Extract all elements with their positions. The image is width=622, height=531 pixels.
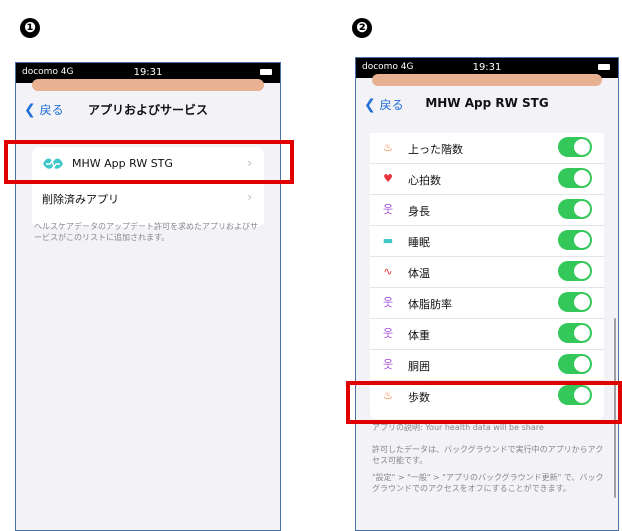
highlight-box-steps xyxy=(346,381,622,424)
removed-apps-item[interactable]: 削除済みアプリ › xyxy=(32,181,264,215)
permission-row: 웃 体脂肪率 xyxy=(370,288,604,319)
permission-label: 上った階数 xyxy=(408,143,463,156)
permission-toggle[interactable] xyxy=(558,323,592,343)
permission-row: ♨ 上った階数 xyxy=(370,133,604,164)
notch-banner xyxy=(372,74,602,86)
heart-icon: ♥ xyxy=(383,172,393,185)
background-note: 許可したデータは、バックグラウンドで実行中のアプリからアクセス可能です。 xyxy=(372,445,604,465)
phone-screen-1: docomo 4G 19:31 ❮ 戻る アプリおよびサービス MHW App … xyxy=(15,62,281,531)
permissions-list: ♨ 上った階数 ♥ 心拍数 웃 身長 ▬ 睡眠 ∿ 体温 웃 体脂肪率 웃 体重… xyxy=(370,133,604,419)
highlight-box-app xyxy=(4,140,294,184)
permission-row: ∿ 体温 xyxy=(370,257,604,288)
battery-icon xyxy=(260,69,272,75)
clock: 19:31 xyxy=(133,67,163,78)
permission-toggle[interactable] xyxy=(558,168,592,188)
person-icon: 웃 xyxy=(382,203,394,216)
notch-banner xyxy=(32,79,264,91)
removed-apps-label: 削除済みアプリ xyxy=(42,193,119,206)
permission-label: 胴囲 xyxy=(408,360,430,373)
flame-icon: ♨ xyxy=(383,141,393,154)
battery-icon xyxy=(598,64,610,70)
permission-row: 웃 胴囲 xyxy=(370,350,604,381)
bed-icon: ▬ xyxy=(382,234,394,247)
permission-toggle[interactable] xyxy=(558,354,592,374)
permission-label: 身長 xyxy=(408,205,430,218)
apps-footnote: ヘルスケアデータのアップデート許可を求めたアプリおよびサービスがこのリストに追加… xyxy=(34,222,258,242)
permission-row: 웃 体重 xyxy=(370,319,604,350)
permission-label: 睡眠 xyxy=(408,236,430,249)
step-1-marker: ❶ xyxy=(20,18,40,38)
permission-row: 웃 身長 xyxy=(370,195,604,226)
permission-row: ▬ 睡眠 xyxy=(370,226,604,257)
nav-bar: ❮ 戻る アプリおよびサービス xyxy=(16,91,280,125)
permission-row: ♥ 心拍数 xyxy=(370,164,604,195)
settings-note: "設定" > "一般" > "アプリのバックグラウンド更新" で、バックグラウン… xyxy=(372,473,604,493)
permission-toggle[interactable] xyxy=(558,261,592,281)
phone-screen-2: docomo 4G 19:31 ❮ 戻る MHW App RW STG ♨ 上っ… xyxy=(355,57,619,531)
permission-label: 体重 xyxy=(408,329,430,342)
nav-bar: ❮ 戻る MHW App RW STG xyxy=(356,86,618,120)
clock: 19:31 xyxy=(472,62,502,73)
permission-toggle[interactable] xyxy=(558,230,592,250)
person-icon: 웃 xyxy=(382,358,394,371)
permission-label: 体脂肪率 xyxy=(408,298,452,311)
permission-toggle[interactable] xyxy=(558,199,592,219)
permission-label: 体温 xyxy=(408,267,430,280)
page-title: アプリおよびサービス xyxy=(87,103,208,117)
permission-label: 心拍数 xyxy=(408,174,441,187)
step-2-marker: ❷ xyxy=(352,18,372,38)
person-icon: 웃 xyxy=(382,327,394,340)
permission-toggle[interactable] xyxy=(558,292,592,312)
page-title: MHW App RW STG xyxy=(425,96,549,110)
person-icon: 웃 xyxy=(382,296,394,309)
permission-toggle[interactable] xyxy=(558,137,592,157)
chevron-right-icon: › xyxy=(247,190,252,204)
thermometer-icon: ∿ xyxy=(383,265,393,278)
